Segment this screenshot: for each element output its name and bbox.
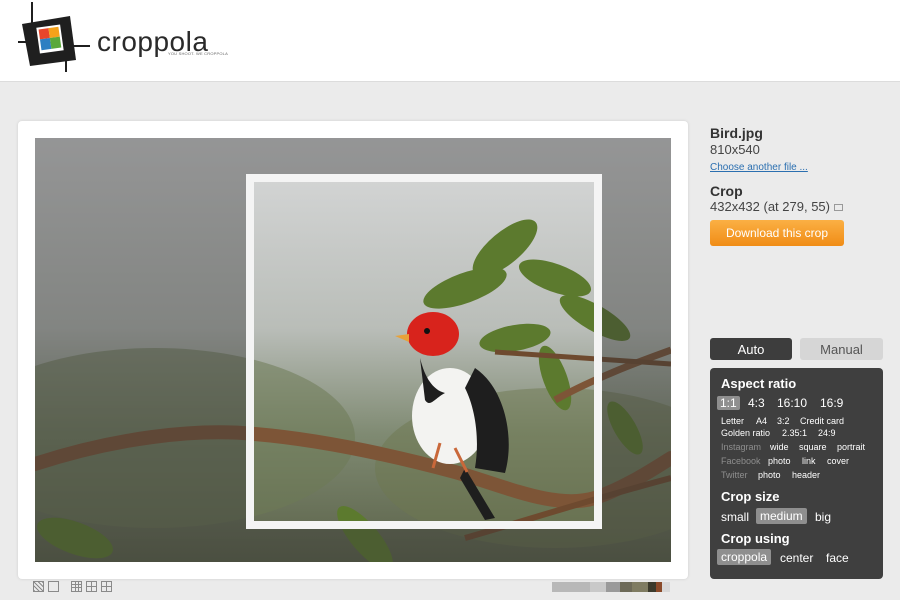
auto-options-panel: Aspect ratio 1:1 4:3 16:10 16:9 Letter A… xyxy=(710,368,883,579)
aspect-option-2-35-1[interactable]: 2.35:1 xyxy=(782,428,807,438)
mode-manual-button[interactable]: Manual xyxy=(800,338,883,360)
aspect-option-letter[interactable]: Letter xyxy=(721,416,744,426)
color-palette-strip xyxy=(552,582,670,592)
grid-quad-icon[interactable] xyxy=(101,581,112,592)
aspect-ratio-title: Aspect ratio xyxy=(721,376,797,391)
aspect-option-1-1[interactable]: 1:1 xyxy=(717,396,740,410)
facebook-link-option[interactable]: link xyxy=(802,456,816,466)
facebook-label: Facebook xyxy=(721,456,761,466)
using-face-option[interactable]: face xyxy=(826,551,849,565)
aspect-option-24-9[interactable]: 24:9 xyxy=(818,428,836,438)
twitter-photo-option[interactable]: photo xyxy=(758,470,781,480)
aspect-option-credit-card[interactable]: Credit card xyxy=(800,416,844,426)
mode-auto-button[interactable]: Auto xyxy=(710,338,792,360)
header: croppola YOU SHOOT. WE CROPPOLA xyxy=(0,0,900,82)
croppola-logo-icon xyxy=(18,2,90,72)
instagram-portrait-option[interactable]: portrait xyxy=(837,442,865,452)
crop-shade-top xyxy=(35,138,671,174)
plain-view-icon[interactable] xyxy=(48,581,59,592)
facebook-photo-option[interactable]: photo xyxy=(768,456,791,466)
size-big-option[interactable]: big xyxy=(815,510,831,524)
instagram-label: Instagram xyxy=(721,442,762,452)
download-crop-button[interactable]: Download this crop xyxy=(710,220,844,246)
size-medium-option[interactable]: medium xyxy=(756,508,807,524)
file-name: Bird.jpg xyxy=(710,125,763,141)
using-croppola-option[interactable]: croppola xyxy=(717,549,772,565)
crop-using-title: Crop using xyxy=(721,531,790,546)
aspect-option-3-2[interactable]: 3:2 xyxy=(777,416,790,426)
crop-info-text: 432x432 (at 279, 55) xyxy=(710,199,830,214)
file-dimensions: 810x540 xyxy=(710,142,760,157)
facebook-cover-option[interactable]: cover xyxy=(827,456,849,466)
crop-preview-icon[interactable] xyxy=(833,204,843,212)
aspect-option-golden-ratio[interactable]: Golden ratio xyxy=(721,428,770,438)
aspect-option-4-3[interactable]: 4:3 xyxy=(748,396,765,410)
twitter-header-option[interactable]: header xyxy=(792,470,820,480)
twitter-label: Twitter xyxy=(721,470,748,480)
palette-swatch xyxy=(662,582,670,592)
instagram-wide-option[interactable]: wide xyxy=(770,442,789,452)
logo-tagline: YOU SHOOT. WE CROPPOLA xyxy=(168,51,228,56)
photo-canvas[interactable] xyxy=(35,138,671,562)
crop-selection-frame[interactable] xyxy=(246,174,602,529)
palette-swatch xyxy=(552,582,590,592)
file-info: Bird.jpg 810x540 Choose another file ... xyxy=(710,125,890,175)
crop-info: 432x432 (at 279, 55) xyxy=(710,199,843,214)
palette-swatch xyxy=(606,582,620,592)
image-panel xyxy=(18,121,688,579)
size-small-option[interactable]: small xyxy=(721,510,749,524)
palette-swatch xyxy=(648,582,656,592)
crop-shade-bottom xyxy=(35,529,671,562)
crop-size-title: Crop size xyxy=(721,489,780,504)
grid-fine-icon[interactable] xyxy=(86,581,97,592)
palette-swatch xyxy=(590,582,606,592)
crop-shade-left xyxy=(35,174,246,529)
palette-swatch xyxy=(632,582,648,592)
hatched-view-icon[interactable] xyxy=(33,581,44,592)
aspect-option-a4[interactable]: A4 xyxy=(756,416,767,426)
palette-swatch xyxy=(620,582,632,592)
crop-title: Crop xyxy=(710,183,743,199)
aspect-option-16-9[interactable]: 16:9 xyxy=(820,396,843,410)
choose-file-link[interactable]: Choose another file ... xyxy=(710,162,808,173)
grid-thirds-icon[interactable] xyxy=(71,581,82,592)
instagram-square-option[interactable]: square xyxy=(799,442,827,452)
aspect-option-16-10[interactable]: 16:10 xyxy=(777,396,807,410)
crop-shade-right xyxy=(602,174,671,529)
using-center-option[interactable]: center xyxy=(780,551,813,565)
